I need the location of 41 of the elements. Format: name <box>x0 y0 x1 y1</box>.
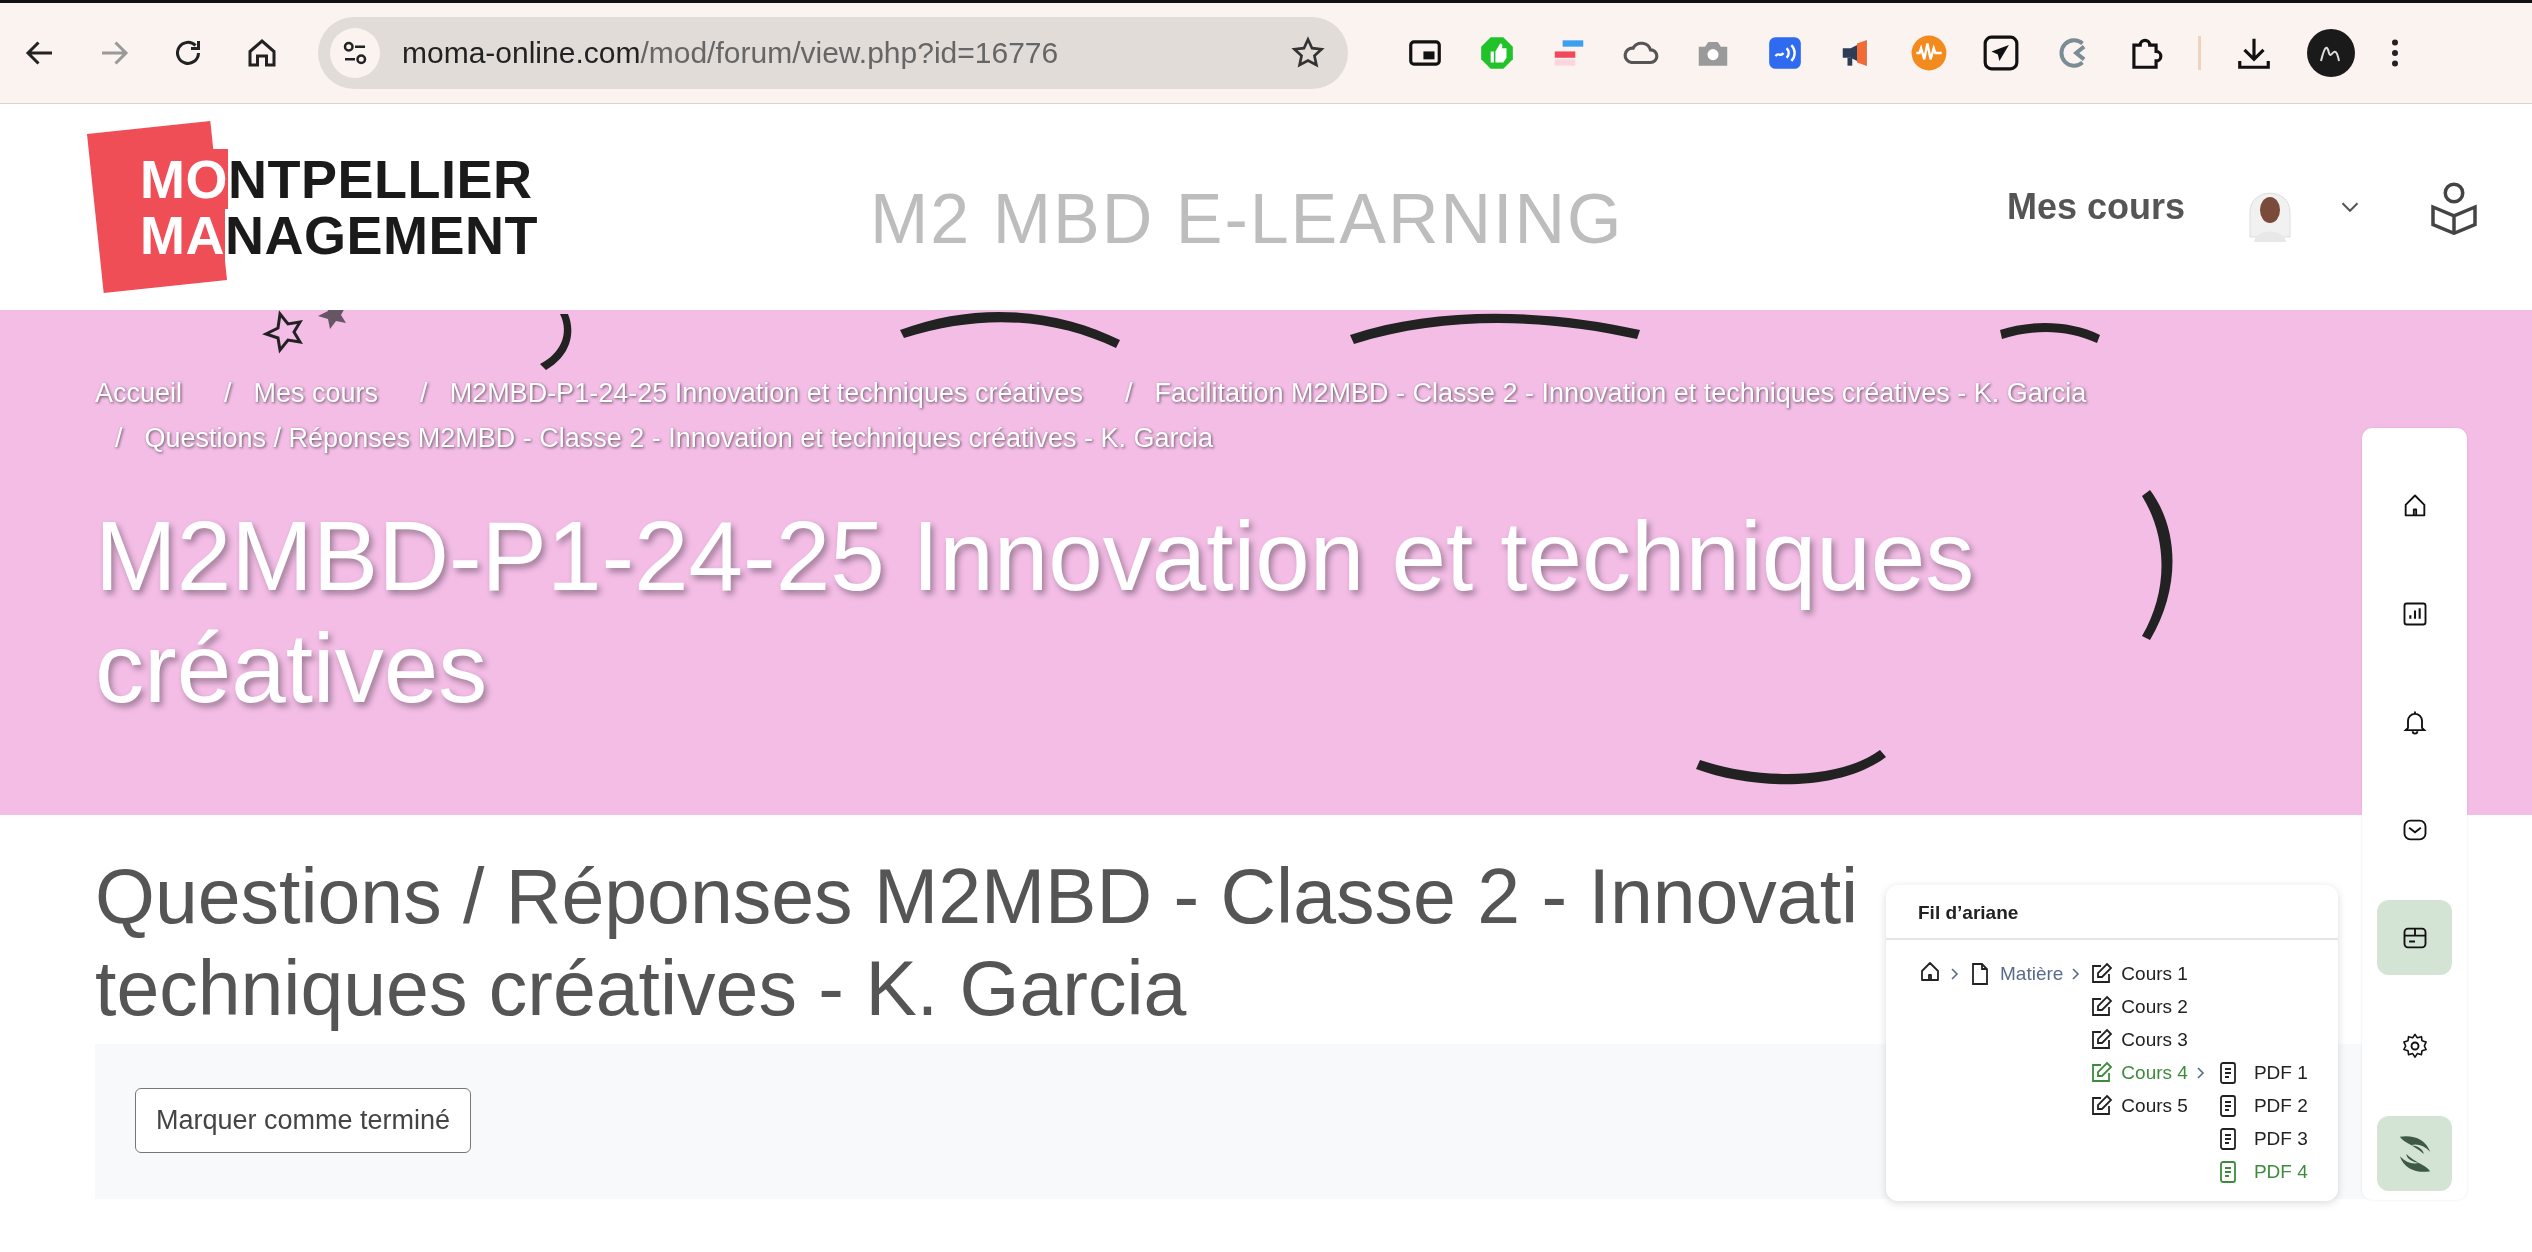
page-heading: Questions / Réponses M2MBD - Classe 2 - Innovati <box>95 852 1859 941</box>
tree-item[interactable]: PDF 4 <box>2215 1158 2308 1186</box>
site-name: M2 MBD E-LEARNING <box>870 179 1624 259</box>
edit-icon <box>2089 1028 2114 1052</box>
address-bar[interactable]: moma-online.com/mod/forum/view.php?id=16776 <box>318 17 1348 89</box>
logo[interactable]: MONTPELLIER MANAGEMENT <box>83 115 538 299</box>
profile-avatar-icon[interactable] <box>2307 29 2355 77</box>
settings-icon <box>2400 1031 2429 1060</box>
chevron-icon <box>1950 966 1960 982</box>
course-title: M2MBD-P1-24-25 Innovation et techniques créatives <box>95 500 1976 724</box>
tree-item[interactable]: Cours 1 <box>2089 960 2188 988</box>
tree-item[interactable]: PDF 2 <box>2215 1092 2308 1120</box>
paper-plane-icon[interactable] <box>1982 34 2020 72</box>
edit-icon <box>2089 995 2114 1019</box>
tree-item[interactable]: PDF 1 <box>2215 1059 2308 1087</box>
home-icon[interactable] <box>1918 960 1942 984</box>
brand-drawer-button[interactable] <box>2377 1116 2452 1191</box>
page-heading: techniques créatives - K. Garcia <box>95 944 1187 1033</box>
chevron-icon <box>2071 966 2082 982</box>
tree-item[interactable]: PDF 3 <box>2215 1125 2308 1153</box>
tree-item[interactable]: Cours 4 <box>2089 1059 2188 1087</box>
sound-wave-icon[interactable] <box>1766 34 1804 72</box>
tree-item[interactable]: Cours 3 <box>2089 1026 2188 1054</box>
tree-item[interactable]: Cours 5 <box>2089 1092 2188 1120</box>
breadcrumb-separator: / <box>420 378 428 409</box>
url-text: moma-online.com/mod/forum/view.php?id=16776 <box>402 36 1060 70</box>
edit-icon <box>2089 1094 2114 1118</box>
breadcrumb-separator: / <box>115 423 123 454</box>
popup-title: Fil d’ariane <box>1886 885 2338 940</box>
tree-item[interactable]: Cours 2 <box>2089 993 2188 1021</box>
tree-item[interactable]: Matière <box>1968 960 2064 988</box>
thumbs-up-icon[interactable] <box>1478 34 1516 72</box>
nav-link[interactable]: Mes cours <box>2006 186 2185 228</box>
breadcrumb-separator: / <box>1124 378 1133 409</box>
chevron-icon <box>2195 1065 2206 1081</box>
breadcrumb-separator: / <box>224 378 232 409</box>
edit-icon <box>2089 1061 2114 1085</box>
mark-complete-button[interactable]: Marquer comme terminé <box>135 1088 472 1153</box>
box-drawer-button[interactable] <box>2377 900 2452 975</box>
edit-icon <box>2089 962 2114 986</box>
caret-icon[interactable] <box>2340 200 2360 214</box>
